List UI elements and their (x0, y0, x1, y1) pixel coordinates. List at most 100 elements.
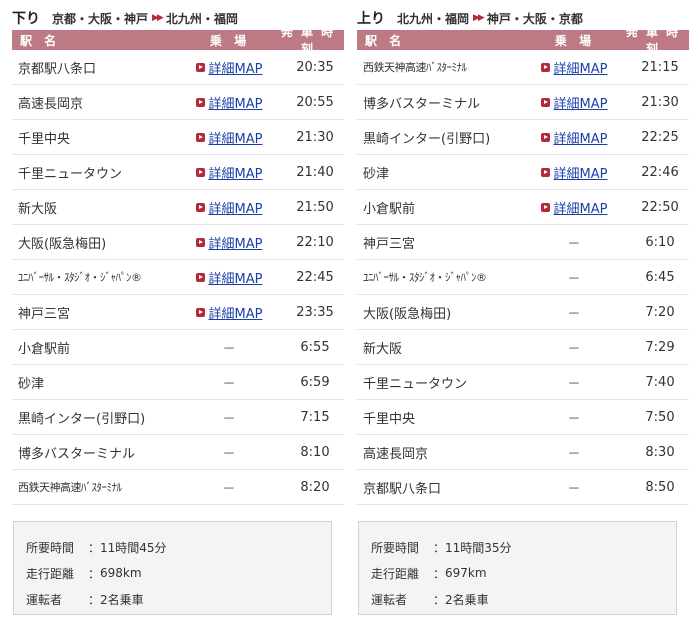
duration-label: 所要時間 (371, 540, 420, 555)
red-arrow-square-icon (195, 132, 205, 142)
table-row: 博多バスターミナル － 8:10 (12, 435, 344, 470)
table-row: 京都駅八条口 － 8:50 (357, 470, 689, 505)
outbound-table-body: 京都駅八条口 詳細MAP 20:35 高速長岡京 詳細MAP 20:55 千里中… (12, 50, 344, 505)
double-arrow-icon: ▶▶ (473, 13, 485, 23)
table-row: 黒崎インター(引野口) 詳細MAP 22:25 (357, 120, 689, 155)
station-name: 千里中央 (18, 131, 71, 147)
departure-time: 20:35 (296, 59, 334, 75)
red-arrow-square-icon (195, 202, 205, 212)
departure-time: 6:45 (645, 269, 675, 285)
red-arrow-square-icon (540, 97, 550, 107)
table-row: 西鉄天神高速ﾊﾞｽﾀｰﾐﾅﾙ － 8:20 (12, 470, 344, 505)
detail-map-link[interactable]: 詳細MAP (195, 163, 263, 182)
red-arrow-square-icon (195, 62, 205, 72)
map-link-label: 詳細MAP (208, 166, 263, 182)
table-row: 黒崎インター(引野口) － 7:15 (12, 400, 344, 435)
table-row: 小倉駅前 詳細MAP 22:50 (357, 190, 689, 225)
station-name: 千里ニュータウン (363, 376, 468, 392)
map-link-label: 詳細MAP (208, 201, 263, 217)
departure-time: 21:30 (296, 129, 334, 145)
header-boarding: 乗 場 (554, 33, 596, 48)
departure-time: 21:50 (296, 199, 334, 215)
departure-time: 6:10 (645, 234, 675, 250)
departure-time: 8:30 (645, 444, 675, 460)
map-link-label: 詳細MAP (208, 236, 263, 252)
red-arrow-square-icon (195, 97, 205, 107)
station-name: 京都駅八条口 (363, 481, 442, 497)
duration-label: 所要時間 (26, 540, 75, 555)
outbound-route-to: 北九州・福岡 (165, 11, 238, 26)
duration-line: 所要時間 ： 11時間35分 (371, 540, 512, 555)
detail-map-link[interactable]: 詳細MAP (540, 163, 608, 182)
station-name: ﾕﾆﾊﾞｰｻﾙ・ｽﾀｼﾞｵ・ｼﾞｬﾊﾟﾝ® (363, 271, 487, 284)
outbound-title: 下り (12, 11, 40, 27)
table-row: 神戸三宮 詳細MAP 23:35 (12, 295, 344, 330)
departure-time: 6:55 (300, 339, 330, 355)
station-name: 千里ニュータウン (18, 166, 123, 182)
detail-map-link[interactable]: 詳細MAP (540, 198, 608, 217)
map-link-label: 詳細MAP (553, 166, 608, 182)
detail-map-link[interactable]: 詳細MAP (540, 58, 607, 77)
outbound-trip-info: 所要時間 ： 11時間45分 走行距離 ： 698km 運転者 ： 2名乗車 (13, 521, 332, 615)
no-boarding-dash: － (567, 411, 581, 427)
inbound-trip-info: 所要時間 ： 11時間35分 走行距離 ： 697km 運転者 ： 2名乗車 (358, 521, 677, 615)
header-departure-time: 発 車 時 刻 (625, 25, 681, 56)
distance-value: 698km (100, 566, 142, 580)
table-row: 博多バスターミナル 詳細MAP 21:30 (357, 85, 689, 120)
table-row: 高速長岡京 － 8:30 (357, 435, 689, 470)
inbound-table-body: 西鉄天神高速ﾊﾞｽﾀｰﾐﾅﾙ 詳細MAP 21:15 博多バスターミナル 詳細M… (357, 50, 689, 505)
table-row: 千里ニュータウン － 7:40 (357, 365, 689, 400)
detail-map-link[interactable]: 詳細MAP (195, 128, 263, 147)
station-name: 新大阪 (18, 201, 58, 217)
station-name: 千里中央 (363, 411, 416, 427)
station-name: 黒崎インター(引野口) (18, 411, 146, 427)
map-link-label: 詳細MAP (553, 131, 608, 147)
detail-map-link[interactable]: 詳細MAP (195, 58, 262, 77)
departure-time: 8:50 (645, 479, 675, 495)
departure-time: 21:30 (641, 94, 679, 110)
table-row: 大阪(阪急梅田) 詳細MAP 22:10 (12, 225, 344, 260)
outbound-table-header: 駅 名 乗 場 発 車 時 刻 (12, 25, 344, 56)
header-boarding: 乗 場 (209, 33, 251, 48)
station-name: 西鉄天神高速ﾊﾞｽﾀｰﾐﾅﾙ (18, 481, 122, 494)
table-row: 新大阪 － 7:29 (357, 330, 689, 365)
no-boarding-dash: － (567, 446, 581, 462)
detail-map-link[interactable]: 詳細MAP (540, 93, 607, 112)
red-arrow-square-icon (540, 132, 550, 142)
table-row: 千里ニュータウン 詳細MAP 21:40 (12, 155, 344, 190)
departure-time: 6:59 (300, 374, 330, 390)
table-row: 小倉駅前 － 6:55 (12, 330, 344, 365)
double-arrow-icon: ▶▶ (152, 13, 164, 23)
inbound-route-to: 神戸・大阪・京都 (486, 11, 583, 26)
detail-map-link[interactable]: 詳細MAP (195, 268, 262, 287)
inbound-route-from: 北九州・福岡 (397, 11, 470, 26)
departure-time: 21:40 (296, 164, 334, 180)
table-row: 大阪(阪急梅田) － 7:20 (357, 295, 689, 330)
table-row: ﾕﾆﾊﾞｰｻﾙ・ｽﾀｼﾞｵ・ｼﾞｬﾊﾟﾝ® － 6:45 (357, 260, 689, 295)
drivers-value: 2名乗車 (445, 592, 489, 607)
station-name: ﾕﾆﾊﾞｰｻﾙ・ｽﾀｼﾞｵ・ｼﾞｬﾊﾟﾝ® (18, 271, 142, 284)
departure-time: 22:10 (296, 234, 334, 250)
no-boarding-dash: － (222, 411, 236, 427)
detail-map-link[interactable]: 詳細MAP (195, 233, 263, 252)
red-arrow-square-icon (195, 307, 205, 317)
detail-map-link[interactable]: 詳細MAP (195, 93, 262, 112)
detail-map-link[interactable]: 詳細MAP (195, 198, 263, 217)
header-station: 駅 名 (365, 33, 406, 48)
departure-time: 21:15 (641, 59, 679, 75)
map-link-label: 詳細MAP (208, 131, 263, 147)
drivers-value: 2名乗車 (100, 592, 144, 607)
no-boarding-dash: － (567, 481, 581, 497)
map-link-label: 詳細MAP (553, 201, 608, 217)
departure-time: 7:29 (645, 339, 675, 355)
detail-map-link[interactable]: 詳細MAP (540, 128, 608, 147)
station-name: 小倉駅前 (18, 341, 71, 357)
detail-map-link[interactable]: 詳細MAP (195, 303, 262, 322)
departure-time: 7:50 (645, 409, 675, 425)
outbound-route-from: 京都・大阪・神戸 (52, 11, 149, 26)
distance-value: 697km (445, 566, 487, 580)
station-name: 新大阪 (363, 341, 403, 357)
no-boarding-dash: － (567, 341, 581, 357)
departure-time: 7:40 (645, 374, 675, 390)
red-arrow-square-icon (540, 62, 550, 72)
